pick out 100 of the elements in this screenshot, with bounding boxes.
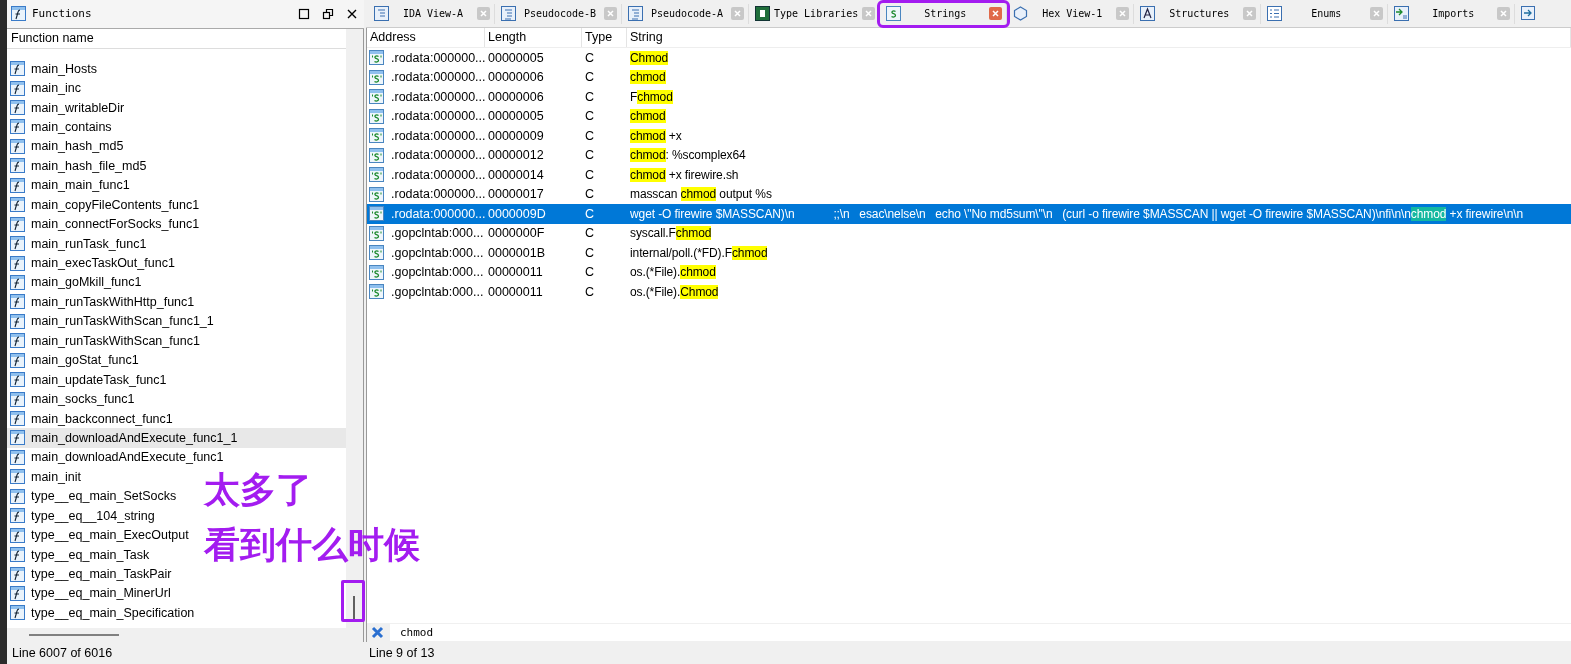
tab[interactable]: Strings xyxy=(880,2,1008,25)
table-cell-text: C xyxy=(584,245,596,260)
close-icon[interactable] xyxy=(346,7,358,20)
column-header[interactable]: Function name xyxy=(7,28,346,49)
function-row[interactable]: main_Hosts xyxy=(7,58,101,79)
column-header[interactable]: Length xyxy=(485,28,582,47)
function-name: main_goStat_func1 xyxy=(31,353,139,368)
function-icon xyxy=(10,197,25,213)
table-cell-text: 0000001B xyxy=(487,245,546,260)
table-cell-text: C xyxy=(584,187,596,202)
function-row[interactable]: main_updateTask_func1 xyxy=(7,369,171,390)
tab[interactable]: Type Libraries xyxy=(749,3,881,24)
table-cell-text: .rodata:000000... xyxy=(390,128,486,143)
function-name: type__eq_main_TaskPair xyxy=(31,567,172,582)
function-row[interactable]: main_runTaskWithScan_func1 xyxy=(7,331,204,351)
string-icon xyxy=(369,245,384,261)
function-name: type__eq_main_Specification xyxy=(31,605,195,620)
restore-icon[interactable] xyxy=(322,7,334,20)
document-icon xyxy=(628,6,643,21)
function-row[interactable]: type__eq_main_Specification xyxy=(7,603,199,623)
function-row[interactable]: main_hash_file_md5 xyxy=(7,156,151,176)
function-name: type__eq_main_Task xyxy=(31,547,150,562)
maximize-icon[interactable] xyxy=(298,7,310,20)
function-row[interactable]: main_goMkill_func1 xyxy=(7,272,146,293)
function-row[interactable]: main_writableDir xyxy=(7,97,129,118)
function-row[interactable]: main_runTaskWithScan_func1_1 xyxy=(7,311,218,332)
table-cell-text: C xyxy=(584,284,596,299)
function-row[interactable]: type__eq_main_TaskPair xyxy=(7,564,176,584)
document-icon xyxy=(374,6,389,21)
table-row[interactable]: .rodata:000000... 0000009D C wget -O firewire $MASSCAN)\n ;;\n esac\nelse\n echo \"No md5sum\"\n (curl -o firewire $MASSCAN || wget -O firewire $MASSCAN)\nfi\n\nchmod +x firewire\n\n xyxy=(367,204,1571,224)
table-row[interactable]: .rodata:000000... 00000012 C chmod: %scomplex64 xyxy=(367,145,1571,165)
table-cell-text: chmod +x xyxy=(629,128,683,143)
function-row[interactable]: type__eq_main_MinerUrl xyxy=(7,583,175,604)
search-field[interactable]: chmod xyxy=(390,624,1571,641)
function-icon xyxy=(10,275,25,290)
function-row[interactable]: main_copyFileContents_func1 xyxy=(7,195,204,215)
function-row[interactable]: main_backconnect_func1 xyxy=(7,408,177,429)
function-icon xyxy=(10,216,25,232)
column-header[interactable]: String xyxy=(627,28,1571,47)
function-row[interactable]: main_goStat_func1 xyxy=(7,350,143,370)
function-name: main_runTaskWithScan_func1 xyxy=(31,333,200,348)
function-icon xyxy=(10,100,25,116)
table-cell-text: .gopclntab:000... xyxy=(390,226,484,241)
function-name: type__eq_main_MinerUrl xyxy=(31,586,171,601)
function-icon xyxy=(10,61,25,77)
tab[interactable]: Enums xyxy=(1261,3,1389,24)
function-row[interactable]: type__eq_main_ExecOutput xyxy=(7,525,193,545)
tab[interactable]: Structures xyxy=(1134,3,1262,24)
function-name: main_hash_md5 xyxy=(31,139,124,154)
letter-a-icon xyxy=(1140,6,1156,21)
table-row[interactable]: .gopclntab:000... 00000011 C os.(*File).Chmod xyxy=(367,282,1571,302)
export-icon[interactable] xyxy=(1521,6,1537,21)
table-row[interactable]: .rodata:000000... 00000005 C Chmod xyxy=(367,48,1571,68)
function-row[interactable]: main_downloadAndExecute_func1_1 xyxy=(7,428,346,448)
table-cell-text: .rodata:000000... xyxy=(390,206,486,221)
function-name: main_downloadAndExecute_func1_1 xyxy=(31,431,238,445)
scrollbar-thumb[interactable] xyxy=(29,631,119,639)
tab[interactable]: Pseudocode-A xyxy=(622,3,749,24)
function-name: main_writableDir xyxy=(31,100,125,115)
function-name: main_goMkill_func1 xyxy=(31,275,142,290)
function-row[interactable]: main_main_func1 xyxy=(7,175,134,195)
tab[interactable]: Imports xyxy=(1388,3,1516,24)
function-row[interactable]: main_runTask_func1 xyxy=(7,233,151,254)
function-row[interactable]: main_socks_func1 xyxy=(7,389,139,409)
function-row[interactable]: main_runTaskWithHttp_func1 xyxy=(7,292,199,312)
table-cell-text: 00000014 xyxy=(487,167,545,182)
table-cell-text: 00000009 xyxy=(487,128,545,143)
import-icon xyxy=(1394,6,1410,21)
function-row[interactable]: type__eq_main_SetSocks xyxy=(7,486,181,506)
function-icon xyxy=(10,605,25,621)
function-row[interactable]: main_hash_md5 xyxy=(7,136,128,157)
table-cell-text: .rodata:000000... xyxy=(390,187,486,202)
table-cell-text: C xyxy=(584,70,596,85)
function-name: main_copyFileContents_func1 xyxy=(31,197,200,212)
tab[interactable]: Hex View-1 xyxy=(1007,3,1135,24)
function-name: main_backconnect_func1 xyxy=(31,411,173,426)
function-row[interactable]: main_contains xyxy=(7,117,116,137)
column-header[interactable]: Type xyxy=(582,28,627,47)
tab[interactable]: IDA View-A xyxy=(368,3,495,24)
table-cell-text: Chmod xyxy=(629,50,670,65)
function-row[interactable]: type__eq__104_string xyxy=(7,506,159,526)
table-cell-text: C xyxy=(584,226,596,241)
table-cell-text: 0000000F xyxy=(487,226,546,241)
table-row[interactable]: .rodata:000000... 00000009 C chmod +x xyxy=(367,126,1571,146)
function-row[interactable]: main_inc xyxy=(7,78,86,98)
tab[interactable]: Pseudocode-B xyxy=(495,3,622,24)
table-row[interactable]: .rodata:000000... 00000014 C chmod +x firewire.sh xyxy=(367,165,1571,185)
function-row[interactable]: main_execTaskOut_func1 xyxy=(7,253,179,273)
table-cell-text: C xyxy=(584,148,596,163)
horizontal-scrollbar[interactable] xyxy=(7,628,363,642)
function-row[interactable]: type__eq_main_Task xyxy=(7,544,154,565)
function-icon xyxy=(10,372,25,388)
table-cell-text: os.(*File).Chmod xyxy=(629,284,720,299)
function-row[interactable]: main_downloadAndExecute_func1 xyxy=(7,447,228,468)
function-row[interactable]: main_init xyxy=(7,467,86,487)
table-row[interactable]: .rodata:000000... 00000005 C chmod xyxy=(367,106,1571,126)
function-row[interactable]: main_connectForSocks_func1 xyxy=(7,214,204,234)
table-row[interactable]: .rodata:000000... 00000006 C chmod xyxy=(367,67,1571,87)
column-header[interactable]: Address xyxy=(367,28,485,47)
table-row[interactable]: .rodata:000000... 00000017 C masscan chmod output %s xyxy=(367,184,1571,204)
